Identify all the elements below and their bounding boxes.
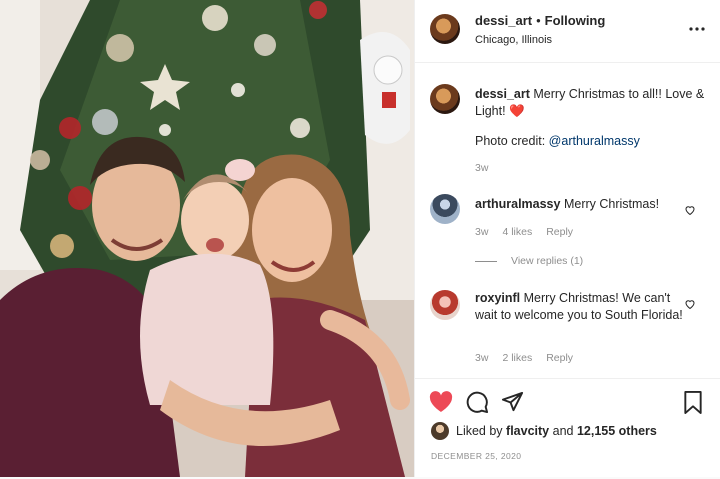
author-avatar[interactable]	[430, 14, 460, 44]
bookmark-icon[interactable]	[683, 391, 703, 419]
header-separator: •	[536, 13, 541, 28]
photo-credit-label: Photo credit:	[475, 134, 546, 148]
comment-reply-button[interactable]: Reply	[546, 226, 573, 238]
heart-filled-icon[interactable]	[429, 391, 453, 418]
photo-credit-link[interactable]: @arthuralmassy	[549, 134, 640, 148]
comment-time[interactable]: 3w	[475, 226, 488, 238]
comment-time[interactable]: 3w	[475, 352, 488, 364]
author-username[interactable]: dessi_art	[475, 13, 532, 28]
liked-by-and: and	[552, 424, 574, 438]
liked-by: Liked by flavcity and 12,155 others	[456, 424, 657, 438]
liked-by-prefix: Liked by	[456, 424, 503, 438]
caption: dessi_art Merry Christmas to all!! Love …	[475, 86, 707, 120]
photo-credit: Photo credit: @arthuralmassy	[475, 134, 640, 148]
comment-icon[interactable]	[466, 391, 489, 419]
post-date[interactable]: DECEMBER 25, 2020	[431, 451, 521, 461]
comment-text: Merry Christmas!	[563, 197, 660, 211]
family-christmas-photo	[0, 0, 414, 477]
instagram-post: dessi_art • Following Chicago, Illinois de…	[0, 0, 720, 477]
comment-username[interactable]: arthuralmassy	[475, 197, 560, 211]
comment: roxyinfl Merry Christmas! We can't wait …	[475, 290, 685, 324]
liked-by-avatar[interactable]	[431, 422, 449, 440]
comment-avatar[interactable]	[430, 194, 460, 224]
header-user-line: dessi_art • Following	[475, 13, 605, 28]
comment-meta: 3w 4 likes Reply	[475, 226, 587, 238]
post-side-panel: dessi_art • Following Chicago, Illinois de…	[414, 0, 720, 477]
caption-time[interactable]: 3w	[475, 162, 488, 174]
comment-like-icon[interactable]	[684, 203, 696, 216]
post-photo[interactable]	[0, 0, 414, 477]
share-icon[interactable]	[501, 391, 524, 419]
more-options-icon[interactable]	[689, 22, 705, 32]
view-replies-button[interactable]: View replies (1)	[475, 255, 583, 267]
post-header: dessi_art • Following Chicago, Illinois	[415, 0, 720, 63]
comment-meta: 3w 2 likes Reply	[475, 352, 587, 364]
caption-avatar[interactable]	[430, 84, 460, 114]
caption-username[interactable]: dessi_art	[475, 87, 530, 101]
following-button[interactable]: Following	[545, 13, 606, 28]
comment-reply-button[interactable]: Reply	[546, 352, 573, 364]
comment-likes[interactable]: 4 likes	[502, 226, 532, 238]
action-bar: Liked by flavcity and 12,155 others DECE…	[415, 378, 720, 479]
likes-count[interactable]: 12,155 others	[577, 424, 657, 438]
comment-likes[interactable]: 2 likes	[502, 352, 532, 364]
comment-avatar[interactable]	[430, 290, 460, 320]
liked-by-user[interactable]: flavcity	[506, 424, 549, 438]
post-location[interactable]: Chicago, Illinois	[475, 34, 552, 46]
view-replies-label: View replies (1)	[511, 255, 584, 267]
comment-username[interactable]: roxyinfl	[475, 291, 520, 305]
replies-divider	[475, 260, 497, 262]
comment: arthuralmassy Merry Christmas!	[475, 196, 685, 213]
comment-like-icon[interactable]	[684, 297, 696, 310]
